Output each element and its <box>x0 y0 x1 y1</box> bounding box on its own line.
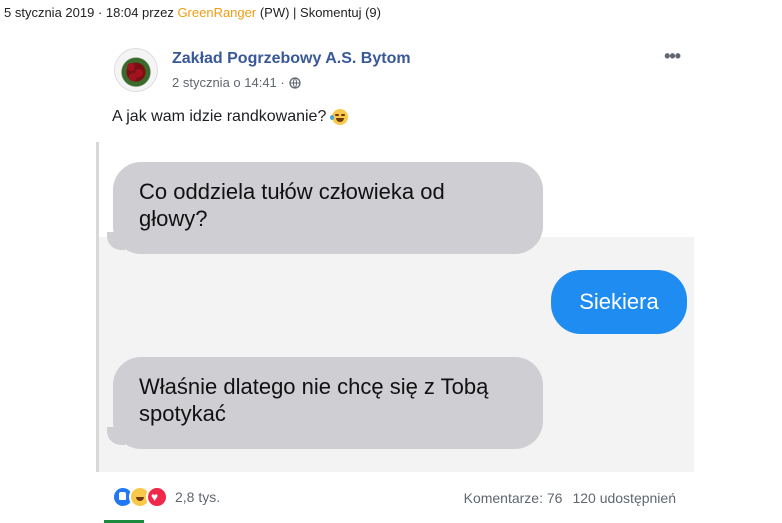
pw-label: (PW) | <box>256 5 301 20</box>
chat-screenshot-image[interactable]: Co oddziela tułów człowieka od głowy? Si… <box>96 142 694 472</box>
shares-count-link[interactable]: 120 udostępnień <box>572 490 676 506</box>
received-message-bubble: Właśnie dlatego nie chcę się z Tobą spot… <box>107 357 543 449</box>
more-options-icon[interactable]: ••• <box>664 46 681 67</box>
globe-icon <box>289 76 301 89</box>
engagement-stats: Komentarze: 76 120 udostępnień <box>464 490 676 506</box>
avatar[interactable] <box>114 48 158 92</box>
reactions-summary[interactable]: 2,8 tys. <box>112 486 220 508</box>
author-link[interactable]: GreenRanger <box>177 5 256 20</box>
sent-message-bubble: Siekiera <box>551 270 687 334</box>
wreath-flower-icon <box>129 73 137 81</box>
laughing-tears-emoji-icon <box>330 109 349 125</box>
post-timestamp: 2 stycznia o 14:41 · <box>172 75 301 90</box>
post-date: 5 stycznia 2019 · 18:04 przez <box>4 5 178 20</box>
received-message-bubble: Co oddziela tułów człowieka od głowy? <box>107 162 543 254</box>
facebook-post: Zakład Pogrzebowy A.S. Bytom 2 stycznia … <box>96 30 696 523</box>
comments-count-link[interactable]: Komentarze: 76 <box>464 490 563 506</box>
reactions-count: 2,8 tys. <box>175 489 221 505</box>
comment-link[interactable]: Skomentuj (9) <box>300 5 381 20</box>
post-meta-line: 5 stycznia 2019 · 18:04 przez GreenRange… <box>4 5 381 20</box>
post-footer: 2,8 tys. Komentarze: 76 120 udostępnień <box>96 482 696 512</box>
wreath-flower-icon <box>127 63 135 71</box>
love-reaction-icon <box>146 486 168 508</box>
post-time-text[interactable]: 2 stycznia o 14:41 · <box>172 75 285 90</box>
post-text: A jak wam idzie randkowanie? <box>112 108 349 126</box>
post-text-content: A jak wam idzie randkowanie? <box>112 108 327 125</box>
page-name[interactable]: Zakład Pogrzebowy A.S. Bytom <box>172 50 411 68</box>
